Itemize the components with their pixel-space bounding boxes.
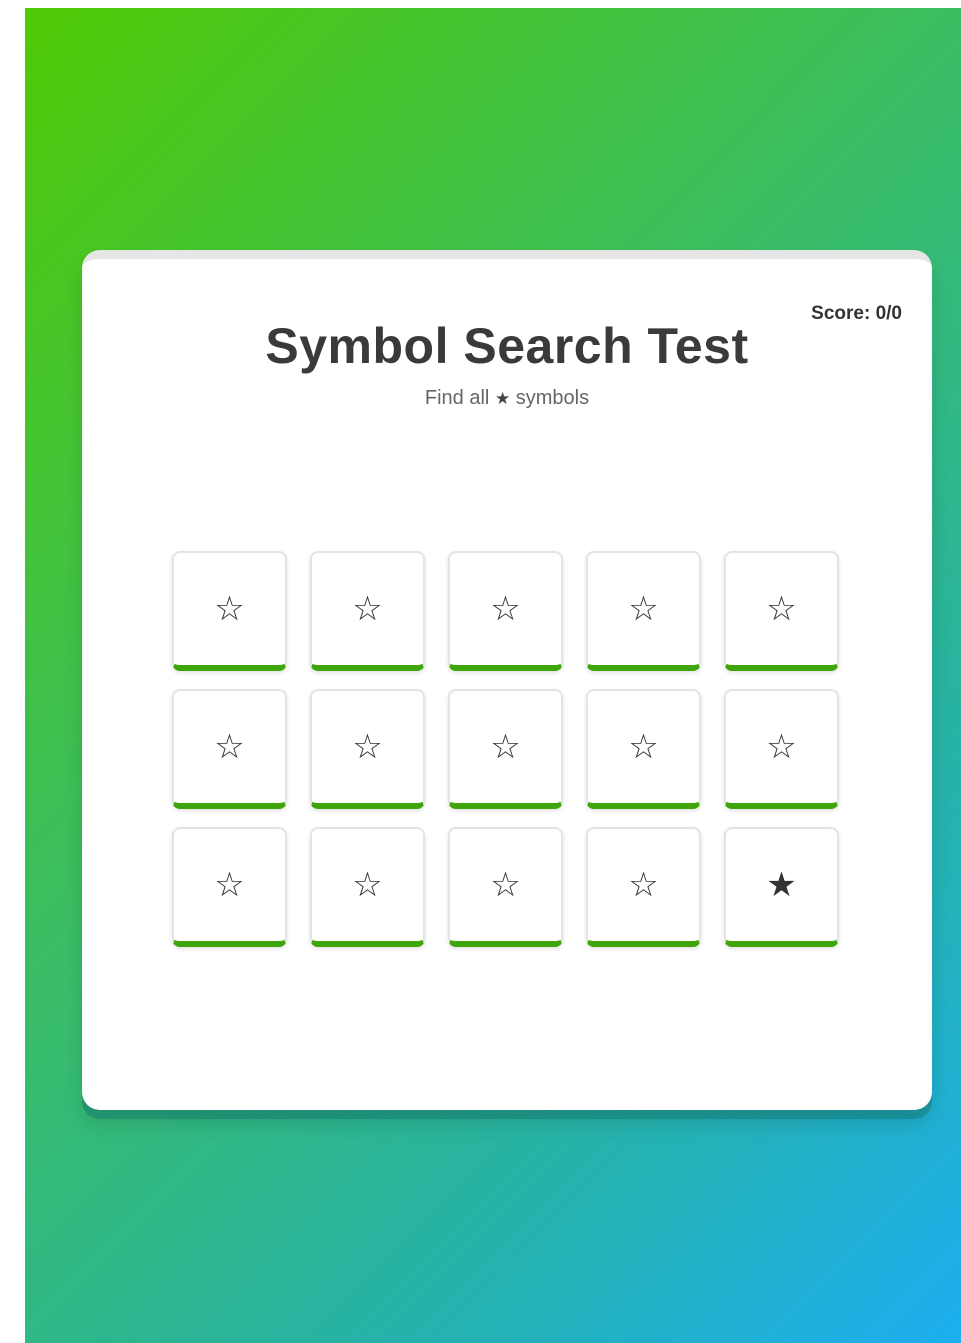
star-outline-icon: ☆: [766, 727, 797, 767]
star-filled-icon: ★: [766, 865, 797, 905]
symbol-cell[interactable]: ☆: [448, 551, 563, 671]
star-outline-icon: ☆: [352, 589, 383, 629]
instruction-prefix: Find all: [424, 387, 490, 409]
symbol-grid: ☆ ☆ ☆ ☆ ☆ ☆ ☆ ☆ ☆ ☆ ☆ ☆ ☆ ☆ ★: [172, 551, 840, 947]
star-outline-icon: ☆: [490, 727, 521, 767]
star-outline-icon: ☆: [352, 727, 383, 767]
star-outline-icon: ☆: [352, 865, 383, 905]
star-outline-icon: ☆: [766, 589, 797, 629]
star-outline-icon: ☆: [490, 865, 521, 905]
symbol-cell[interactable]: ☆: [310, 551, 425, 671]
star-outline-icon: ☆: [214, 865, 245, 905]
symbol-cell[interactable]: ☆: [172, 551, 287, 671]
instruction-text: Find all ★ symbols: [82, 387, 932, 410]
page-title: Symbol Search Test: [265, 318, 749, 374]
star-outline-icon: ☆: [214, 589, 245, 629]
symbol-cell[interactable]: ☆: [172, 689, 287, 809]
star-outline-icon: ☆: [214, 727, 245, 767]
game-card: Score: 0/0 Symbol Search Test Find all ★…: [82, 250, 932, 1110]
symbol-cell[interactable]: ☆: [724, 689, 839, 809]
star-outline-icon: ☆: [490, 589, 521, 629]
symbol-cell[interactable]: ☆: [310, 827, 425, 947]
star-outline-icon: ☆: [628, 589, 659, 629]
symbol-cell[interactable]: ☆: [448, 689, 563, 809]
symbol-cell[interactable]: ☆: [310, 689, 425, 809]
target-star-icon: ★: [494, 389, 511, 408]
instruction-suffix: symbols: [515, 387, 590, 409]
symbol-cell[interactable]: ☆: [586, 827, 701, 947]
symbol-cell[interactable]: ☆: [724, 551, 839, 671]
symbol-cell[interactable]: ☆: [172, 827, 287, 947]
symbol-cell[interactable]: ☆: [448, 827, 563, 947]
star-outline-icon: ☆: [628, 865, 659, 905]
symbol-cell[interactable]: ☆: [586, 551, 701, 671]
star-outline-icon: ☆: [628, 727, 659, 767]
symbol-cell-target[interactable]: ★: [724, 827, 839, 947]
symbol-cell[interactable]: ☆: [586, 689, 701, 809]
